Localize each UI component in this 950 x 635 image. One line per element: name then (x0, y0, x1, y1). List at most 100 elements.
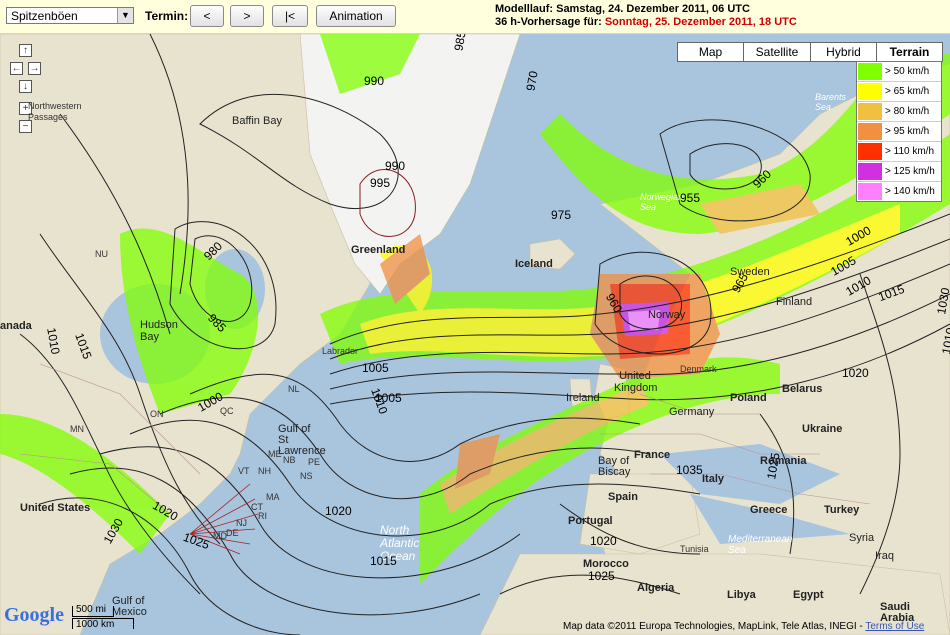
state-label: NL (288, 384, 300, 394)
legend-row: > 110 km/h (857, 142, 941, 162)
label-baffin-bay: Baffin Bay (232, 115, 282, 127)
legend-swatch (858, 103, 882, 120)
scale-miles-label: 500 mi (76, 604, 107, 615)
label-united-kingdom: United Kingdom (614, 370, 658, 394)
legend-swatch (858, 143, 882, 160)
legend-row: > 80 km/h (857, 102, 941, 122)
isobar-label: 1025 (588, 569, 615, 583)
isobar-label: 1005 (375, 391, 402, 405)
isobar-label: 1035 (676, 463, 703, 477)
label-iraq: Iraq (875, 550, 894, 562)
legend-swatch (858, 183, 882, 200)
terms-of-use-link[interactable]: Terms of Use (865, 621, 924, 632)
label-spain: Spain (608, 491, 638, 503)
label-egypt: Egypt (793, 589, 824, 601)
run-info: Modelllauf: Samstag, 24. Dezember 2011, … (495, 3, 797, 29)
map-copyright: Map data ©2011 Europa Technologies, MapL… (563, 621, 924, 632)
isobar-label: 995 (370, 176, 391, 190)
label-iceland: Iceland (515, 258, 553, 270)
next-button[interactable]: > (230, 5, 264, 27)
google-logo-text: Google (4, 604, 64, 626)
label-united-states: United States (20, 502, 91, 514)
legend-swatch (858, 123, 882, 140)
isobar-label: 1020 (590, 534, 617, 548)
copyright-text: Map data ©2011 Europa Technologies, MapL… (563, 621, 866, 632)
first-button[interactable]: |< (272, 5, 308, 27)
state-label: MN (70, 424, 84, 434)
scale-bar: 500 mi 1000 km (72, 604, 172, 630)
pan-down-button[interactable]: ↓ (19, 80, 32, 93)
scale-km-label: 1000 km (76, 619, 115, 630)
state-label: NB (283, 455, 296, 465)
label-gulf-st-lawrence: Gulf of St Lawrence (278, 423, 326, 457)
state-label: ME (268, 449, 282, 459)
state-label: NS (300, 471, 313, 481)
label-tunisia: Tunisia (680, 544, 709, 554)
isobar-label: 1015 (370, 554, 397, 568)
legend-label: > 125 km/h (885, 166, 935, 177)
legend-swatch (858, 83, 882, 100)
legend-label: > 50 km/h (885, 66, 930, 77)
parameter-select[interactable]: Spitzenböen ▼ (6, 7, 134, 24)
pan-up-button[interactable]: ↑ (19, 44, 32, 57)
legend-swatch (858, 63, 882, 80)
previous-button[interactable]: < (190, 5, 224, 27)
state-label: ON (150, 409, 164, 419)
map-type-map[interactable]: Map (677, 42, 744, 62)
legend-row: > 50 km/h (857, 62, 941, 82)
legend-row: > 140 km/h (857, 182, 941, 201)
state-label: NU (95, 249, 108, 259)
pan-left-button[interactable]: ← (10, 62, 23, 75)
label-hudson-bay: Hudson Bay (140, 319, 178, 343)
forecast-prefix: 36 h-Vorhersage für: (495, 16, 602, 28)
label-algeria: Algeria (637, 582, 675, 594)
label-denmark: Denmark (680, 364, 717, 374)
label-mediterranean-sea: Mediterranean Sea (728, 534, 793, 556)
legend-row: > 65 km/h (857, 82, 941, 102)
termin-label: Termin: (145, 9, 189, 23)
state-label: MA (266, 492, 280, 502)
label-turkey: Turkey (824, 504, 860, 516)
model-run-text: Modelllauf: Samstag, 24. Dezember 2011, … (495, 3, 750, 15)
isobar-label: 990 (385, 159, 406, 173)
label-norwegian-sea: Norwegian Sea (640, 192, 684, 212)
isobar-label: 1020 (325, 504, 352, 518)
label-bay-of-biscay: Bay of Biscay (598, 455, 631, 478)
isobar-label: 955 (680, 191, 701, 205)
label-barents-sea: Barents Sea (815, 92, 847, 112)
pan-right-button[interactable]: → (28, 62, 41, 75)
legend-row: > 95 km/h (857, 122, 941, 142)
label-italy: Italy (702, 473, 725, 485)
label-germany: Germany (669, 406, 715, 418)
chevron-down-icon[interactable]: ▼ (117, 8, 133, 23)
label-belarus: Belarus (782, 383, 823, 395)
legend-label: > 65 km/h (885, 86, 930, 97)
isobar-label: 1005 (362, 361, 389, 375)
label-syria: Syria (849, 532, 875, 544)
map-type-satellite[interactable]: Satellite (743, 42, 811, 62)
state-label: VT (238, 466, 250, 476)
isobar-label: 990 (364, 74, 385, 88)
label-portugal: Portugal (568, 515, 613, 527)
label-libya: Libya (727, 589, 756, 601)
wind-legend: > 50 km/h > 65 km/h > 80 km/h > 95 km/h … (856, 61, 942, 202)
legend-label: > 95 km/h (885, 126, 930, 137)
weather-map[interactable]: ↑ ← → ↓ + − Map Satellite Hybrid Terrain… (0, 34, 950, 635)
label-france: France (634, 449, 671, 461)
isobar-label: 975 (551, 208, 572, 222)
map-type-terrain[interactable]: Terrain (876, 42, 943, 62)
label-greenland: Greenland (351, 244, 406, 256)
toolbar: Spitzenböen ▼ Termin: < > |< Animation M… (0, 0, 950, 34)
state-label: NH (258, 466, 271, 476)
label-canada: anada (0, 320, 32, 332)
legend-swatch (858, 163, 882, 180)
animation-button[interactable]: Animation (316, 5, 396, 27)
state-label: NJ (236, 518, 247, 528)
map-type-hybrid[interactable]: Hybrid (810, 42, 877, 62)
forecast-time: Sonntag, 25. Dezember 2011, 18 UTC (604, 16, 797, 28)
isobar-label: 1020 (842, 366, 869, 380)
label-norway: Norway (648, 309, 686, 321)
label-ukraine: Ukraine (802, 423, 843, 435)
google-logo[interactable]: Google (4, 604, 64, 627)
legend-row: > 125 km/h (857, 162, 941, 182)
